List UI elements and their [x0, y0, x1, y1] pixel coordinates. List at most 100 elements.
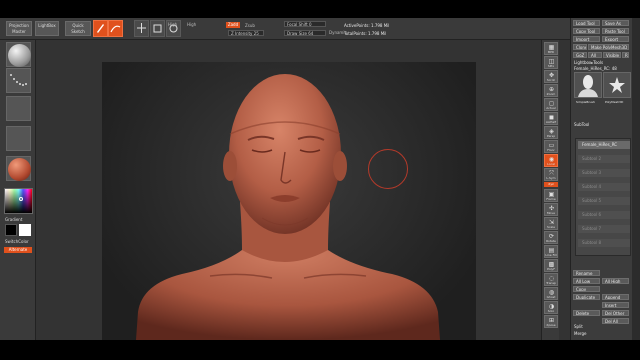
subtool-row[interactable]: Subtool 3	[578, 169, 630, 177]
scroll-button[interactable]: ✥ Scroll	[544, 70, 558, 83]
paste-tool-button[interactable]: Paste Tool	[602, 28, 629, 34]
merge-section[interactable]: Merge	[574, 331, 587, 336]
projection-master-button[interactable]: Projection Master	[6, 21, 32, 36]
save-as-button[interactable]: Save As	[602, 20, 629, 26]
subtool-title[interactable]: SubTool	[574, 122, 589, 127]
draw-icon	[110, 25, 121, 33]
subtool-row[interactable]: Subtool 5	[578, 197, 630, 205]
xpose-button[interactable]: ⊞ Xpose	[544, 315, 558, 328]
xyz-button[interactable]: ⤧ L.Sym	[544, 168, 558, 181]
move-view-button[interactable]: ✣ Move	[544, 203, 558, 216]
append-button[interactable]: Append	[602, 294, 629, 300]
persp-button[interactable]: ◈ Persp	[544, 126, 558, 139]
switch-color-label[interactable]: SwitchColor	[5, 239, 29, 244]
alpha-thumbnail[interactable]	[6, 96, 31, 121]
import-button[interactable]: Import	[573, 36, 600, 42]
del-all-button[interactable]: Del All	[602, 318, 629, 324]
alternate-button[interactable]: Alternate	[4, 247, 32, 253]
scale-icon	[153, 24, 162, 33]
main-color-swatch[interactable]	[5, 224, 17, 236]
current-tool-slider[interactable]: Female_HiRes_RC: 48	[574, 66, 617, 71]
palette-scrollbar[interactable]	[632, 18, 640, 340]
color-picker[interactable]	[4, 188, 33, 214]
transp-icon: ◌	[548, 275, 555, 282]
high2-label[interactable]: High	[187, 22, 196, 27]
subtool-row[interactable]: Subtool 4	[578, 183, 630, 191]
make-polymesh-button[interactable]: Make PolyMesh3D	[588, 44, 629, 50]
copy-subtool-button[interactable]: Copy	[573, 286, 600, 292]
duplicate-button[interactable]: Duplicate	[573, 294, 600, 300]
gradient-label[interactable]: Gradient	[5, 217, 22, 222]
visible-button[interactable]: Visible	[603, 52, 621, 58]
left-shelf: Gradient SwitchColor Alternate	[0, 40, 36, 340]
high-label[interactable]: High	[168, 22, 177, 27]
r-button[interactable]: R	[622, 52, 629, 58]
goz-button[interactable]: GoZ	[573, 52, 587, 58]
scroll-icon: ✥	[548, 72, 555, 79]
persp-icon: ◈	[549, 128, 554, 135]
all-button[interactable]: All	[588, 52, 602, 58]
edit-mode-button[interactable]	[93, 20, 108, 37]
scale-view-button[interactable]: ⇲ Scale	[544, 217, 558, 230]
all-low-button[interactable]: All Low	[573, 278, 600, 284]
scale-mode-button[interactable]	[150, 20, 165, 37]
insert-button[interactable]: Insert	[602, 302, 629, 308]
bpr-button[interactable]: ▦ BPR	[544, 42, 558, 55]
export-button[interactable]: Export	[602, 36, 629, 42]
subtool-row[interactable]: Subtool 6	[578, 211, 630, 219]
brush-thumbnail[interactable]	[6, 42, 31, 67]
xyz-icon: ⤧	[549, 170, 554, 177]
split-section[interactable]: Split	[574, 324, 583, 329]
aahalf-button[interactable]: ◼ AAHalf	[544, 112, 558, 125]
xpose-icon: ⊞	[548, 317, 555, 324]
linefill-button[interactable]: ▤ Line Fill	[544, 245, 558, 258]
polyf-button[interactable]: ▩ PolyF	[544, 259, 558, 272]
subtool-row[interactable]: Female_HiRes_RC	[578, 141, 630, 149]
ghost-button[interactable]: ◍ Ghost	[544, 287, 558, 300]
local-button[interactable]: ◉ Local	[544, 154, 558, 167]
top-shelf: Projection Master LightBox Quick Sketch …	[0, 18, 570, 40]
quick-sketch-button[interactable]: Quick Sketch	[65, 21, 91, 36]
subtool-row[interactable]: Subtool 8	[578, 239, 630, 247]
delete-button[interactable]: Delete	[573, 310, 600, 316]
lightbox-button[interactable]: LightBox	[35, 21, 59, 36]
rotate-view-button[interactable]: ⟳ Rotate	[544, 231, 558, 244]
edit-icon	[97, 24, 104, 33]
z-intensity-slider[interactable]: Z Intensity 25	[228, 30, 264, 36]
draw-size-slider[interactable]: Draw Size 64	[284, 30, 326, 36]
subtool-row[interactable]: Subtool 7	[578, 225, 630, 233]
load-tool-button[interactable]: Load Tool	[573, 20, 600, 26]
polymesh-thumbnail[interactable]	[603, 72, 631, 98]
spix-button[interactable]: ◫ SPix	[544, 56, 558, 69]
floor-button[interactable]: ▭ Floor	[544, 140, 558, 153]
color-cursor	[19, 197, 23, 201]
all-high-button[interactable]: All High	[602, 278, 629, 284]
clone-button[interactable]: Clone	[573, 44, 587, 50]
transp-button[interactable]: ◌ Transp	[544, 273, 558, 286]
solo-button[interactable]: ◑ Solo	[544, 301, 558, 314]
active-points-readout: ActivePoints: 1.798 Mil	[344, 23, 390, 28]
zoom-button[interactable]: ⊕ Zoom	[544, 84, 558, 97]
current-tool-thumbnail[interactable]	[574, 72, 602, 98]
secondary-color-swatch[interactable]	[19, 224, 31, 236]
letterbox-bottom	[0, 340, 640, 360]
canvas-viewport[interactable]	[102, 62, 476, 340]
move-mode-button[interactable]	[134, 20, 149, 37]
texture-thumbnail[interactable]	[6, 126, 31, 151]
del-other-button[interactable]: Del Other	[602, 310, 629, 316]
total-points-readout: TotalPoints: 1.798 Mil	[344, 31, 387, 36]
draw-mode-button[interactable]	[108, 20, 123, 37]
rename-button[interactable]: Rename	[573, 270, 600, 276]
lightbox-tools-link[interactable]: Lightbox▸Tools	[574, 60, 603, 65]
stroke-thumbnail[interactable]	[6, 68, 31, 93]
material-thumbnail[interactable]	[6, 156, 31, 181]
scale-view-icon: ⇲	[548, 219, 555, 226]
zadd-button[interactable]: Zadd	[226, 22, 240, 28]
subtool-row[interactable]: Subtool 2	[578, 155, 630, 163]
frame-button[interactable]: ▣ Frame	[544, 189, 558, 202]
focal-shift-slider[interactable]: Focal Shift 0	[284, 21, 326, 27]
xyz-symmetry-toggle[interactable]: Xyz	[544, 182, 558, 187]
actual-button[interactable]: ◻ Actual	[544, 98, 558, 111]
zsub-button[interactable]: Zsub	[245, 23, 255, 28]
copy-tool-button[interactable]: Copy Tool	[573, 28, 600, 34]
